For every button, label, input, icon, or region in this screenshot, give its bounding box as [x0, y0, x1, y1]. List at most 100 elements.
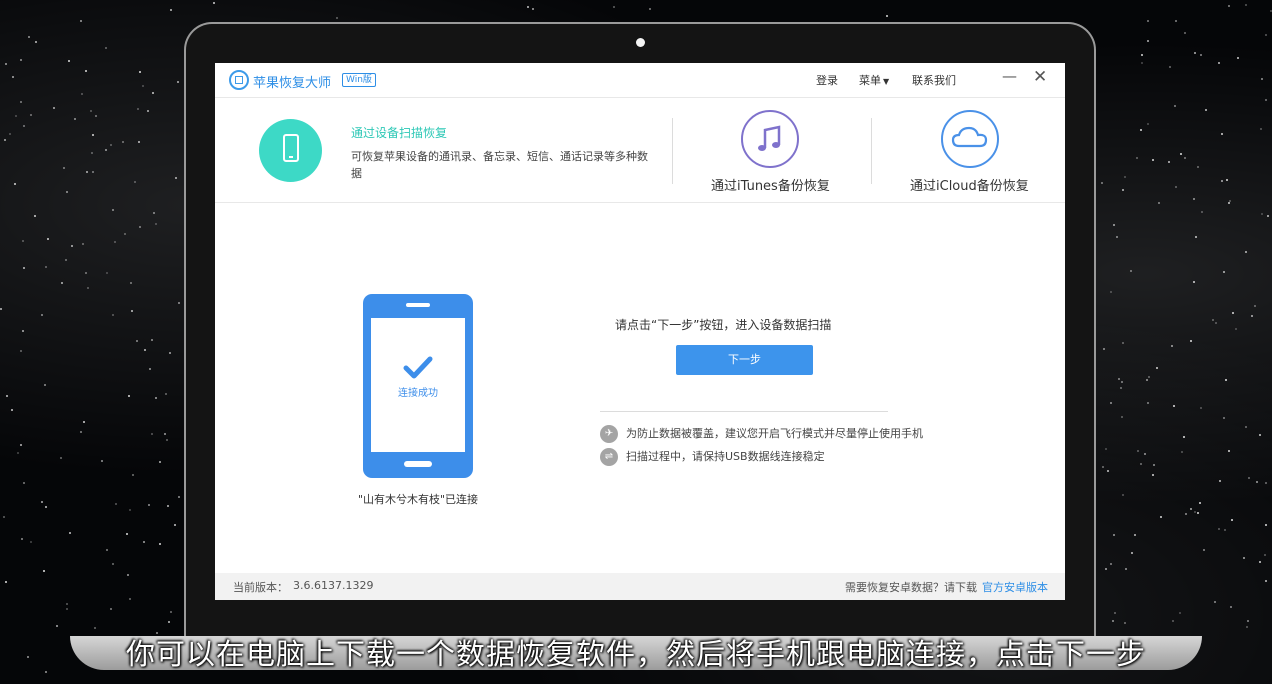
star-particle [28, 35, 31, 38]
star-particle [1124, 621, 1127, 624]
minimize-button[interactable]: — [1002, 67, 1017, 85]
star-particle [34, 41, 37, 44]
star-particle [1258, 560, 1261, 563]
star-particle [1231, 518, 1234, 521]
star-particle [1245, 626, 1248, 629]
star-particle [128, 597, 131, 600]
star-particle [1172, 405, 1175, 408]
next-step-button[interactable]: 下一步 [676, 345, 813, 375]
star-particle [1196, 166, 1199, 168]
star-particle [20, 100, 23, 103]
star-particle [1223, 416, 1226, 419]
star-particle [1117, 378, 1120, 381]
star-particle [1230, 605, 1233, 608]
star-particle [2, 516, 5, 519]
star-particle [1232, 311, 1234, 314]
star-particle [1228, 199, 1231, 202]
star-particle [1260, 78, 1263, 81]
star-particle [106, 549, 109, 552]
star-particle [1194, 51, 1197, 54]
star-particle [106, 272, 109, 275]
device-connected-label: "山有木兮木有枝"已连接 [357, 493, 479, 506]
star-particle [1255, 480, 1258, 483]
star-particle [1122, 189, 1125, 192]
star-particle [1173, 104, 1176, 107]
star-particle [144, 348, 147, 351]
android-prompt: 需要恢复安卓数据？请下载 [845, 581, 977, 594]
star-particle [212, 2, 215, 5]
star-particle [1139, 462, 1142, 465]
phone-icon [283, 134, 299, 162]
star-particle [128, 509, 131, 512]
icloud-mode-button[interactable] [941, 110, 999, 168]
version-label: 当前版本： [233, 581, 288, 594]
close-button[interactable]: ✕ [1033, 67, 1047, 87]
star-particle [1223, 271, 1226, 274]
star-particle [1155, 367, 1158, 370]
star-particle [1253, 304, 1256, 307]
device-scan-mode-title[interactable]: 通过设备扫描恢复 [351, 124, 447, 141]
login-link[interactable]: 登录 [816, 72, 838, 88]
star-particle [111, 313, 114, 316]
star-particle [1259, 127, 1262, 130]
star-particle [131, 473, 134, 476]
star-particle [43, 383, 46, 386]
star-particle [1247, 477, 1250, 480]
star-particle [178, 301, 181, 304]
itunes-mode-button[interactable] [741, 110, 799, 168]
cloud-icon [951, 126, 988, 148]
tip-airplane-mode: ✈ 为防止数据被覆盖，建议您开启飞行模式并尽量停止使用手机 [600, 425, 923, 443]
itunes-mode-label[interactable]: 通过iTunes备份恢复 [711, 175, 830, 194]
star-particle [14, 115, 17, 118]
star-particle [139, 225, 142, 228]
menu-label: 菜单 [859, 74, 881, 87]
app-window: 苹果恢复大师 Win版 登录 菜单 ▼ 联系我们 — ✕ 通过设备扫描恢复 可恢复… [215, 63, 1065, 600]
star-particle [1221, 132, 1224, 135]
star-particle [11, 409, 14, 412]
star-particle [1197, 511, 1200, 514]
android-download-link[interactable]: 官方安卓版本 [982, 579, 1048, 595]
star-particle [1143, 452, 1146, 455]
star-particle [1224, 528, 1227, 531]
star-particle [80, 431, 83, 434]
icloud-mode-label[interactable]: 通过iCloud备份恢复 [910, 175, 1029, 194]
star-particle [1180, 450, 1183, 453]
star-particle [1146, 379, 1149, 382]
scan-instruction: 请点击“下一步”按钮，进入设备数据扫描 [615, 318, 832, 332]
connection-status: 连接成功 [398, 388, 438, 399]
star-particle [1122, 341, 1125, 344]
star-particle [19, 350, 22, 353]
phone-screen: 连接成功 [371, 318, 465, 452]
star-particle [44, 266, 47, 269]
star-particle [91, 171, 94, 174]
device-scan-mode-button[interactable] [259, 119, 322, 182]
star-particle [89, 110, 92, 113]
video-subtitle: 你可以在电脑上下载一个数据恢复软件，然后将手机跟电脑连接，点击下一步 [125, 637, 1146, 671]
star-particle [1102, 348, 1105, 351]
star-particle [146, 109, 149, 112]
star-particle [81, 93, 84, 96]
star-particle [155, 396, 158, 399]
star-particle [1218, 62, 1221, 65]
star-particle [104, 149, 107, 152]
star-particle [173, 523, 176, 526]
star-particle [1227, 450, 1230, 453]
contact-link[interactable]: 联系我们 [912, 72, 956, 88]
star-particle [1245, 251, 1248, 254]
star-particle [127, 394, 130, 397]
star-particle [1263, 553, 1266, 556]
app-logo-icon [229, 70, 249, 90]
star-particle [1109, 563, 1112, 566]
star-particle [152, 212, 155, 215]
title-bar: 苹果恢复大师 Win版 登录 菜单 ▼ 联系我们 — ✕ [215, 63, 1065, 97]
tip-usb-connection: ⇌ 扫描过程中，请保持USB数据线连接稳定 [600, 448, 825, 466]
menu-dropdown[interactable]: 菜单 ▼ [859, 72, 889, 88]
tip-text: 扫描过程中，请保持USB数据线连接稳定 [626, 450, 825, 463]
star-particle [29, 540, 32, 543]
star-particle [1234, 328, 1237, 331]
star-particle [64, 258, 67, 261]
star-particle [41, 500, 44, 503]
star-particle [1227, 202, 1230, 205]
star-particle [0, 308, 3, 311]
star-particle [168, 351, 171, 354]
